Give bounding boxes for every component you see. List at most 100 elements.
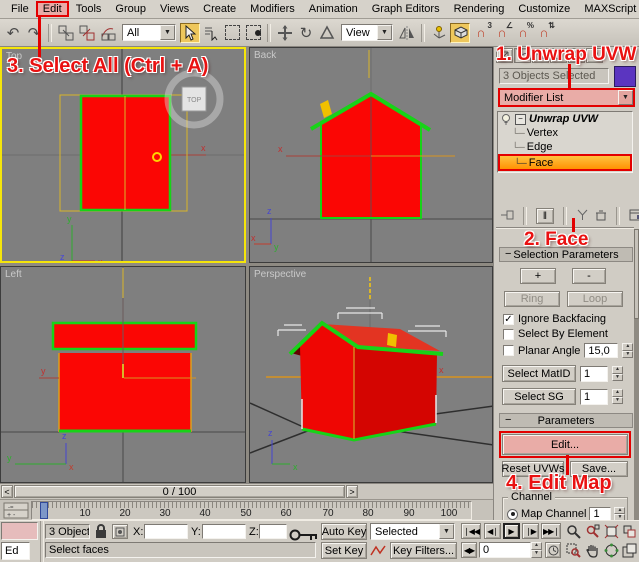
current-frame-marker[interactable] — [40, 502, 48, 519]
select-and-link-icon[interactable] — [56, 23, 76, 43]
percent-snap-icon[interactable]: ∩% — [513, 23, 533, 43]
shrink-selection-button[interactable]: - — [572, 268, 606, 284]
sg-field[interactable]: 1 — [580, 389, 608, 405]
arc-rotate-icon[interactable] — [604, 543, 619, 561]
select-and-manipulate-icon[interactable] — [429, 23, 449, 43]
panel-scrollbar[interactable] — [634, 229, 639, 520]
stack-row-vertex[interactable]: └─ Vertex — [498, 126, 632, 140]
menu-animation[interactable]: Animation — [302, 1, 365, 17]
maxscript-listener[interactable]: Ed — [1, 542, 30, 560]
remove-modifier-icon[interactable] — [595, 209, 607, 224]
configure-modifier-sets-icon[interactable] — [629, 209, 639, 224]
pin-stack-icon[interactable] — [500, 209, 514, 224]
matid-field[interactable]: 1 — [580, 366, 608, 382]
previous-frame-arrow[interactable]: < — [1, 485, 13, 498]
region-zoom-icon[interactable] — [566, 543, 581, 561]
stack-row-face[interactable]: └─ Face — [498, 154, 632, 171]
select-and-scale-icon[interactable] — [317, 23, 337, 43]
planar-angle-field[interactable]: 15,0 — [584, 343, 618, 358]
map-channel-radio[interactable] — [507, 509, 518, 520]
zoom-all-icon[interactable] — [585, 524, 600, 542]
redo-icon[interactable]: ↷ — [24, 23, 44, 43]
x-coordinate-field[interactable] — [144, 524, 188, 539]
dropdown-arrow-icon[interactable]: ▼ — [618, 90, 633, 105]
next-frame-arrow[interactable]: > — [346, 485, 358, 498]
rectangular-selection-region-icon[interactable] — [222, 23, 242, 43]
next-frame-icon[interactable]: ❘▶ — [522, 523, 539, 539]
viewport-left[interactable]: Left y z y x — [0, 266, 246, 483]
selection-lock-icon[interactable] — [94, 524, 108, 542]
menu-graph-editors[interactable]: Graph Editors — [365, 1, 447, 17]
map-channel-field[interactable]: 1 — [589, 507, 611, 520]
snaps-toggle-icon[interactable] — [450, 23, 470, 43]
matid-spinner[interactable]: ▲▼ — [612, 366, 623, 381]
menu-maxscript[interactable]: MAXScript — [577, 1, 639, 17]
absolute-offset-toggle-icon[interactable] — [112, 524, 128, 539]
grow-selection-button[interactable]: + — [520, 268, 556, 284]
make-unique-icon[interactable] — [576, 209, 589, 224]
menu-views[interactable]: Views — [153, 1, 196, 17]
object-name-field[interactable]: 3 Objects Selected — [499, 68, 609, 84]
snap-3d-icon[interactable]: ∩3 — [471, 23, 491, 43]
mini-curve-editor-icon[interactable]: -=+ - — [3, 502, 29, 522]
spinner-snap-icon[interactable]: ∩⇅ — [534, 23, 554, 43]
previous-frame-icon[interactable]: ◀❘ — [484, 523, 501, 539]
select-by-element-checkbox[interactable] — [503, 329, 514, 340]
selection-filter-dropdown[interactable]: All▼ — [122, 24, 176, 41]
sg-spinner[interactable]: ▲▼ — [612, 389, 623, 404]
mirror-icon[interactable] — [397, 23, 417, 43]
select-by-name-icon[interactable] — [201, 23, 221, 43]
map-channel-spinner[interactable]: ▲▼ — [614, 507, 625, 520]
maximize-viewport-toggle-icon[interactable] — [622, 543, 637, 561]
menu-modifiers[interactable]: Modifiers — [243, 1, 302, 17]
parameters-header[interactable]: − Parameters — [499, 413, 633, 428]
ring-button[interactable]: Ring — [504, 291, 560, 307]
zoom-icon[interactable] — [566, 524, 581, 542]
collapse-icon[interactable]: − — [515, 114, 526, 125]
pan-view-icon[interactable] — [585, 543, 600, 561]
menu-edit[interactable]: Edit — [36, 1, 69, 17]
perspective-viewport-canvas[interactable]: x z x — [250, 267, 493, 483]
left-viewport-canvas[interactable]: y z y x — [1, 267, 246, 483]
viewport-top[interactable]: Top x TOP y z x — [0, 47, 246, 263]
select-object-icon[interactable] — [180, 23, 200, 43]
menu-rendering[interactable]: Rendering — [447, 1, 512, 17]
auto-key-button[interactable]: Auto Key — [321, 523, 367, 540]
menu-customize[interactable]: Customize — [511, 1, 577, 17]
y-coordinate-field[interactable] — [202, 524, 246, 539]
selection-set-dropdown[interactable]: Selected▼ — [370, 523, 455, 540]
go-to-end-icon[interactable]: ▶▶❘ — [541, 523, 561, 539]
loop-button[interactable]: Loop — [567, 291, 623, 307]
menu-file[interactable]: File — [4, 1, 36, 17]
track-bar-ruler[interactable]: 0 10 20 30 40 50 60 70 80 90 100 — [31, 501, 472, 520]
planar-angle-spinner[interactable]: ▲▼ — [622, 343, 633, 358]
zoom-extents-icon[interactable] — [604, 524, 619, 542]
viewport-perspective[interactable]: Perspective — [249, 266, 493, 483]
select-and-move-icon[interactable] — [275, 23, 295, 43]
angle-snap-icon[interactable]: ∩∠ — [492, 23, 512, 43]
set-key-button[interactable]: Set Key — [321, 542, 367, 559]
z-coordinate-field[interactable] — [259, 524, 287, 539]
object-color-swatch[interactable] — [614, 66, 636, 87]
maxscript-macro-recorder[interactable] — [1, 522, 38, 540]
time-slider-handle[interactable]: 0 / 100 — [14, 485, 345, 498]
undo-icon[interactable]: ↶ — [3, 23, 23, 43]
dropdown-arrow-icon[interactable]: ▼ — [377, 25, 392, 40]
dropdown-arrow-icon[interactable]: ▼ — [439, 524, 454, 539]
modifier-list-dropdown[interactable]: Modifier List ▼ — [498, 88, 635, 107]
ignore-backfacing-checkbox[interactable]: ✓ — [503, 314, 514, 325]
default-in-out-tangent-icon[interactable] — [370, 544, 386, 560]
bind-to-space-warp-icon[interactable] — [98, 23, 118, 43]
zoom-extents-all-icon[interactable] — [622, 524, 637, 542]
select-sg-button[interactable]: Select SG — [502, 388, 576, 405]
menu-create[interactable]: Create — [196, 1, 243, 17]
go-to-start-icon[interactable]: ❘◀◀ — [461, 523, 481, 539]
select-matid-button[interactable]: Select MatID — [502, 365, 576, 382]
frame-spinner[interactable]: ▲▼ — [531, 542, 542, 558]
viewport-back[interactable]: Back x z x y — [249, 47, 493, 263]
key-filters-button[interactable]: Key Filters... — [390, 542, 457, 559]
lightbulb-icon[interactable] — [500, 113, 512, 125]
dropdown-arrow-icon[interactable]: ▼ — [160, 25, 175, 40]
show-end-result-icon[interactable]: ‖ — [536, 208, 554, 224]
time-configuration-icon[interactable] — [545, 542, 561, 558]
